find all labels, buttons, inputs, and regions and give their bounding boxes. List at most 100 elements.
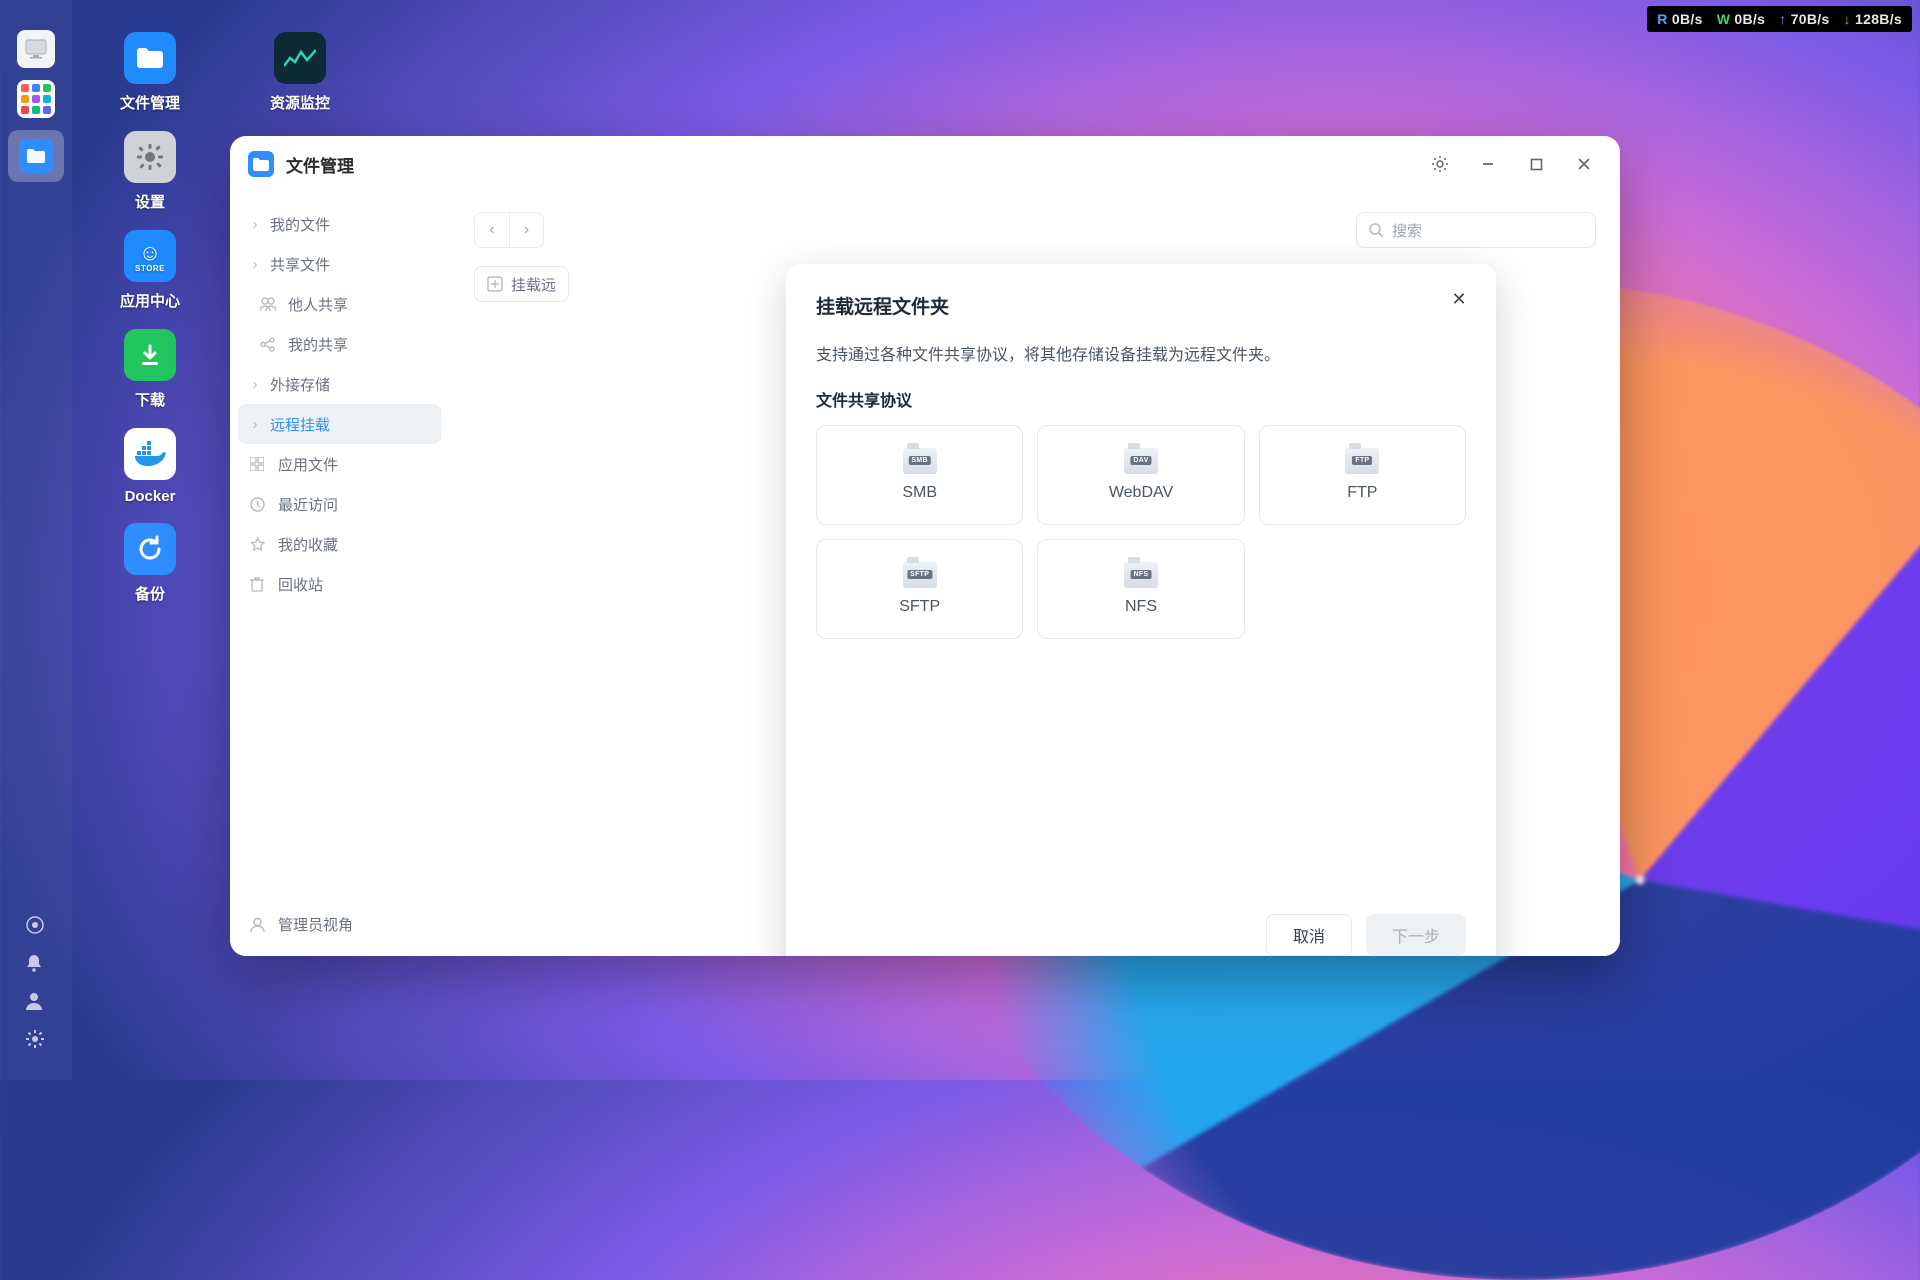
protocol-label: SMB xyxy=(902,484,937,502)
chevron-right-icon: › xyxy=(250,376,260,393)
desktop-app-docker[interactable]: Docker xyxy=(90,428,210,505)
modal-section-title: 文件共享协议 xyxy=(816,387,1466,411)
protocol-option-ftp[interactable]: FTPFTP xyxy=(1259,425,1466,525)
search-placeholder: 搜索 xyxy=(1392,220,1422,241)
modal-description: 支持通过各种文件共享协议，将其他存储设备挂载为远程文件夹。 xyxy=(816,341,1466,365)
protocol-label: NFS xyxy=(1125,598,1157,616)
net-down: 128B/s xyxy=(1844,11,1902,27)
desktop-app-label: 下载 xyxy=(135,389,165,410)
desktop-app-backup[interactable]: 备份 xyxy=(90,523,210,604)
sidebar-item-label: 管理员视角 xyxy=(278,914,353,935)
mount-chip-label: 挂载远 xyxy=(511,274,556,295)
desktop-app-store[interactable]: ☺STORE 应用中心 xyxy=(90,230,210,311)
desktop-app-download[interactable]: 下载 xyxy=(90,329,210,410)
gear-icon xyxy=(124,131,176,183)
window-minimize-button[interactable] xyxy=(1470,146,1506,182)
protocol-option-smb[interactable]: SMB SMB xyxy=(816,425,1023,525)
modal-close-button[interactable]: ✕ xyxy=(1444,284,1474,314)
sidebar-item-label: 最近访问 xyxy=(278,494,338,515)
window-title: 文件管理 xyxy=(286,152,354,177)
net-read: 0B/s xyxy=(1657,11,1702,27)
share-icon xyxy=(260,337,278,352)
folder-icon xyxy=(248,151,274,177)
desktop-app-label: Docker xyxy=(125,488,176,505)
sidebar-item-label: 外接存储 xyxy=(270,374,330,395)
protocol-label: WebDAV xyxy=(1109,484,1173,502)
users-icon xyxy=(260,297,278,311)
user-icon xyxy=(250,917,268,932)
cancel-button[interactable]: 取消 xyxy=(1266,914,1352,956)
desktop-app-label: 应用中心 xyxy=(120,290,180,311)
sidebar-item-label: 我的收藏 xyxy=(278,534,338,555)
dock-settings-icon[interactable] xyxy=(26,1030,46,1050)
nav-back-button[interactable]: ‹ xyxy=(475,213,509,247)
sidebar-item-外接存储[interactable]: › 外接存储 xyxy=(238,364,441,404)
titlebar[interactable]: 文件管理 xyxy=(230,136,1620,192)
desktop-app-label: 文件管理 xyxy=(120,92,180,113)
sidebar-item-回收站[interactable]: 回收站 xyxy=(238,564,441,604)
protocol-option-sftp[interactable]: SFTPSFTP xyxy=(816,539,1023,639)
dock xyxy=(0,0,72,1080)
plus-in-box-icon xyxy=(487,276,503,292)
dock-item-launcher[interactable] xyxy=(17,80,55,118)
window-close-button[interactable] xyxy=(1566,146,1602,182)
sidebar-item-最近访问[interactable]: 最近访问 xyxy=(238,484,441,524)
sidebar-item-label: 我的文件 xyxy=(270,214,330,235)
sidebar-item-我的文件[interactable]: › 我的文件 xyxy=(238,204,441,244)
search-input[interactable]: 搜索 xyxy=(1356,212,1596,248)
modal-title: 挂载远程文件夹 xyxy=(816,292,1466,319)
sidebar-item-他人共享[interactable]: 他人共享 xyxy=(238,284,441,324)
sidebar: › 我的文件 › 共享文件他人共享我的共享 › 外接存储 › 远程挂载应用文件最近访问我的收藏… xyxy=(230,192,450,956)
dock-item-desktop[interactable] xyxy=(17,30,55,68)
sidebar-item-应用文件[interactable]: 应用文件 xyxy=(238,444,441,484)
dock-item-file-manager-active[interactable] xyxy=(8,130,64,182)
network-stats: 0B/s 0B/s 70B/s 128B/s xyxy=(1647,6,1912,32)
folder-icon xyxy=(19,139,53,173)
nav-buttons: ‹ › xyxy=(474,212,544,248)
dock-user-icon[interactable] xyxy=(26,992,46,1012)
protocol-label: SFTP xyxy=(899,598,940,616)
store-icon: ☺STORE xyxy=(124,230,176,282)
mount-remote-modal: 挂载远程文件夹 ✕ 支持通过各种文件共享协议，将其他存储设备挂载为远程文件夹。 … xyxy=(786,264,1496,956)
desktop-app-label: 备份 xyxy=(135,583,165,604)
content-area: ‹ › 搜索 挂载远 挂载远程文件夹 ✕ 支持通过各种文件共享协议，将其他存储设… xyxy=(450,192,1620,956)
dock-status-icon[interactable] xyxy=(26,916,46,936)
sidebar-admin-view[interactable]: 管理员视角 xyxy=(238,904,441,944)
sidebar-item-label: 应用文件 xyxy=(278,454,338,475)
sidebar-item-我的收藏[interactable]: 我的收藏 xyxy=(238,524,441,564)
nav-forward-button[interactable]: › xyxy=(509,213,543,247)
sidebar-item-label: 回收站 xyxy=(278,574,323,595)
sidebar-item-远程挂载[interactable]: › 远程挂载 xyxy=(238,404,441,444)
protocol-option-nfs[interactable]: NFSNFS xyxy=(1037,539,1244,639)
docker-icon xyxy=(124,428,176,480)
desktop-app-monitor[interactable]: 资源监控 xyxy=(240,32,360,113)
download-icon xyxy=(124,329,176,381)
protocol-option-webdav[interactable]: DAV WebDAV xyxy=(1037,425,1244,525)
sidebar-item-我的共享[interactable]: 我的共享 xyxy=(238,324,441,364)
mount-remote-chip[interactable]: 挂载远 xyxy=(474,266,569,302)
sidebar-item-label: 共享文件 xyxy=(270,254,330,275)
dock-notification-icon[interactable] xyxy=(26,954,46,974)
chevron-right-icon: › xyxy=(250,416,260,433)
desktop-app-file-manager[interactable]: 文件管理 xyxy=(90,32,210,113)
grid-icon xyxy=(250,457,268,471)
protocol-folder-icon: DAV xyxy=(1124,448,1158,474)
protocol-folder-icon: SMB xyxy=(903,448,937,474)
window-settings-button[interactable] xyxy=(1422,146,1458,182)
chevron-right-icon: › xyxy=(250,216,260,233)
desktop-app-settings[interactable]: 设置 xyxy=(90,131,210,212)
folder-icon xyxy=(124,32,176,84)
desktop-app-label: 设置 xyxy=(135,191,165,212)
net-write: 0B/s xyxy=(1717,11,1766,27)
sync-icon xyxy=(124,523,176,575)
protocol-label: FTP xyxy=(1347,484,1377,502)
sidebar-item-label: 远程挂载 xyxy=(270,414,330,435)
chevron-right-icon: › xyxy=(250,256,260,273)
next-button[interactable]: 下一步 xyxy=(1366,914,1466,956)
file-manager-window: 文件管理 › 我的文件 › 共享文件他人共享我的共享 › 外接存储 › 远程挂载应用文件最近访… xyxy=(230,136,1620,956)
desktop-app-label: 资源监控 xyxy=(270,92,330,113)
clock-icon xyxy=(250,497,268,512)
window-maximize-button[interactable] xyxy=(1518,146,1554,182)
sidebar-item-共享文件[interactable]: › 共享文件 xyxy=(238,244,441,284)
star-icon xyxy=(250,537,268,552)
